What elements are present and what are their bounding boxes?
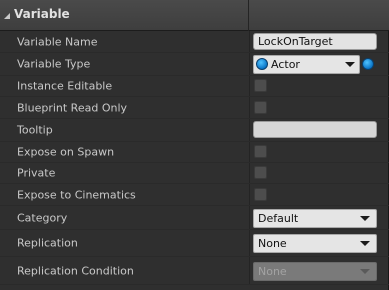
chevron-down-icon <box>360 215 370 221</box>
row-private: Private <box>0 163 389 184</box>
variable-type-value-cell: Actor <box>249 53 389 75</box>
column-splitter[interactable] <box>248 0 249 31</box>
variable-section-header[interactable]: Variable <box>0 0 389 31</box>
row-category: Category Default <box>0 206 389 230</box>
private-checkbox[interactable] <box>254 166 267 179</box>
variable-name-input[interactable]: LockOnTarget <box>253 32 377 50</box>
variable-type-value: Actor <box>271 58 300 71</box>
replication-label: Replication <box>17 236 78 250</box>
category-combo[interactable]: Default <box>253 208 377 228</box>
expose-on-spawn-label: Expose on Spawn <box>17 145 115 159</box>
row-tooltip: Tooltip <box>0 119 389 142</box>
expose-to-cinematics-value-cell <box>249 184 389 205</box>
instance-editable-label: Instance Editable <box>17 79 113 93</box>
expose-to-cinematics-checkbox[interactable] <box>254 187 267 201</box>
row-blueprint-read-only: Blueprint Read Only <box>0 97 389 119</box>
tooltip-value-cell <box>249 119 389 141</box>
replication-dropdown[interactable]: None <box>253 234 377 253</box>
row-instance-editable: Instance Editable <box>0 76 389 97</box>
private-label: Private <box>17 166 56 180</box>
replication-condition-label: Replication Condition <box>17 264 134 277</box>
variable-type-dropdown[interactable]: Actor <box>253 55 360 74</box>
variable-type-label: Variable Type <box>17 57 91 71</box>
container-type-pin-icon[interactable] <box>362 58 374 70</box>
details-panel: Variable Variable Name LockOnTarget Vari… <box>0 0 389 290</box>
row-expose-on-spawn: Expose on Spawn <box>0 142 389 163</box>
replication-condition-dropdown: None <box>253 261 377 281</box>
expose-to-cinematics-label: Expose to Cinematics <box>17 188 136 201</box>
blueprint-read-only-label: Blueprint Read Only <box>17 101 128 114</box>
replication-value-cell: None <box>249 230 389 256</box>
row-variable-name: Variable Name LockOnTarget <box>0 31 389 53</box>
replication-value: None <box>258 237 287 250</box>
row-expose-to-cinematics: Expose to Cinematics <box>0 184 389 206</box>
chevron-down-icon <box>360 241 370 246</box>
expose-on-spawn-value-cell <box>249 142 389 162</box>
row-replication: Replication None <box>0 230 389 257</box>
row-replication-condition: Replication Condition None <box>0 257 389 285</box>
expose-on-spawn-checkbox[interactable] <box>254 145 267 158</box>
object-pin-icon <box>256 58 268 70</box>
category-label: Category <box>17 211 68 224</box>
chevron-down-icon <box>360 268 370 274</box>
variable-name-value-cell: LockOnTarget <box>249 31 389 52</box>
variable-name-label: Variable Name <box>17 35 98 48</box>
blueprint-read-only-checkbox[interactable] <box>254 100 267 114</box>
category-value-cell: Default <box>249 206 389 229</box>
replication-condition-value: None <box>258 264 287 278</box>
chevron-down-icon <box>345 62 355 67</box>
expand-arrow-icon[interactable] <box>4 13 10 19</box>
tooltip-label: Tooltip <box>17 123 53 137</box>
private-value-cell <box>249 163 389 183</box>
blueprint-read-only-value-cell <box>249 97 389 118</box>
instance-editable-checkbox[interactable] <box>254 79 267 92</box>
instance-editable-value-cell <box>249 76 389 96</box>
row-variable-type: Variable Type Actor <box>0 53 389 76</box>
category-value: Default <box>258 211 299 225</box>
tooltip-input[interactable] <box>253 121 377 138</box>
section-title: Variable <box>14 7 70 21</box>
replication-condition-value-cell: None <box>249 257 389 284</box>
